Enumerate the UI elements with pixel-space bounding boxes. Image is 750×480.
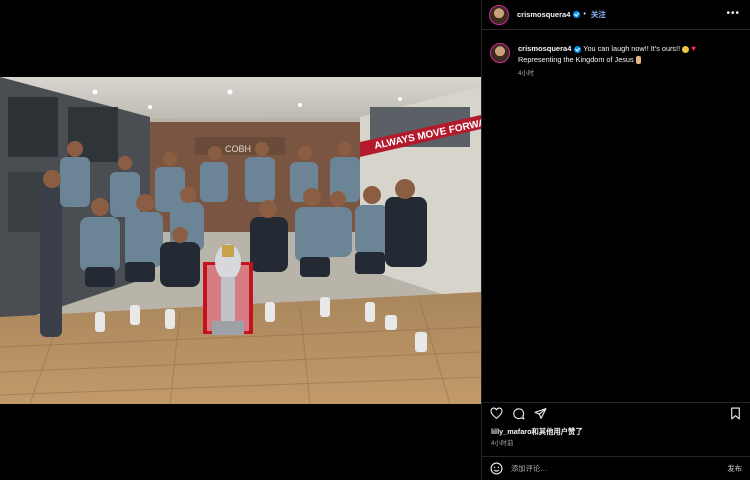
caption-time: 4小时 bbox=[518, 70, 535, 77]
caption-text: crismosquera4 You can laugh now!! It's o… bbox=[518, 43, 696, 79]
follow-button[interactable]: 关注 bbox=[591, 9, 606, 20]
action-bar bbox=[482, 402, 750, 423]
post-photo[interactable]: COBH ALWAYS MOVE FORWARD bbox=[0, 77, 481, 404]
post-time: 4小时前 bbox=[491, 440, 514, 447]
caption-line2: Representing the Kingdom of Jesus bbox=[518, 55, 634, 64]
emoji-picker-icon[interactable] bbox=[490, 462, 503, 475]
team-celebration-photo: COBH ALWAYS MOVE FORWARD bbox=[0, 77, 481, 404]
caption-username[interactable]: crismosquera4 bbox=[518, 44, 571, 53]
comment-input[interactable]: 添加评论… bbox=[511, 464, 547, 474]
caption-line1: You can laugh now!! It's ours!! bbox=[583, 44, 681, 53]
post-viewer: COBH ALWAYS MOVE FORWARD crismosquera4 •… bbox=[0, 0, 750, 480]
comment-bar: 添加评论… 发布 bbox=[482, 456, 750, 480]
caption-verified-icon bbox=[574, 45, 582, 53]
separator-dot: • bbox=[583, 11, 586, 18]
caption-avatar[interactable] bbox=[490, 43, 510, 63]
pointing-up-emoji-icon bbox=[635, 56, 641, 65]
media-area: COBH ALWAYS MOVE FORWARD bbox=[0, 0, 481, 480]
post-comment-button[interactable]: 发布 bbox=[727, 464, 742, 474]
wall-sign-text: COBH bbox=[225, 144, 251, 154]
share-send-icon[interactable] bbox=[534, 407, 547, 420]
caption-block: crismosquera4 You can laugh now!! It's o… bbox=[490, 43, 740, 79]
laugh-emoji-icon bbox=[682, 45, 690, 53]
like-heart-icon[interactable] bbox=[490, 407, 503, 420]
post-header: crismosquera4 • 关注 ••• bbox=[482, 0, 750, 30]
post-side-panel: crismosquera4 • 关注 ••• crismosquera4 You… bbox=[481, 0, 750, 480]
heart-emoji-icon: ♥ bbox=[691, 44, 696, 53]
comment-icon[interactable] bbox=[512, 407, 525, 420]
bookmark-icon[interactable] bbox=[729, 407, 742, 420]
verified-icon bbox=[573, 11, 581, 18]
author-username[interactable]: crismosquera4 bbox=[517, 10, 570, 19]
author-avatar[interactable] bbox=[489, 4, 509, 25]
likes-summary[interactable]: lilly_mafaro和其他用户赞了 bbox=[491, 427, 583, 437]
more-options-button[interactable]: ••• bbox=[726, 9, 740, 19]
